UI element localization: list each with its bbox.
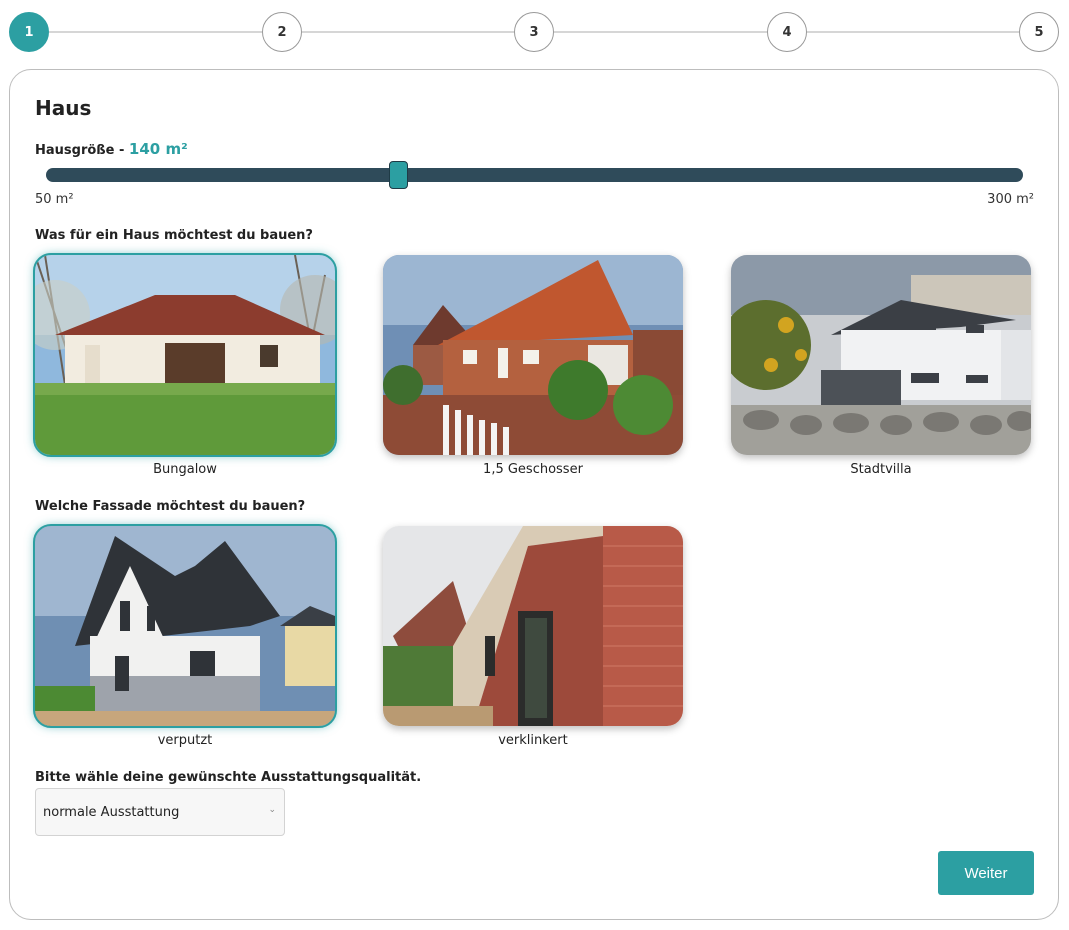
house-config-card: Haus Hausgröße - 140 m² 50 m² 300 m² Was…: [9, 69, 1059, 920]
house-type-label: 1,5 Geschosser: [483, 462, 583, 477]
house-type-question: Was für ein Haus möchtest du bauen?: [35, 228, 313, 243]
brick-facade-photo: [383, 526, 683, 726]
slider-max-label: 300 m²: [987, 192, 1034, 207]
facade-option-verputzt[interactable]: verputzt: [33, 524, 337, 748]
progress-stepper: 1 2 3 4 5: [9, 12, 1059, 52]
step-4[interactable]: 4: [767, 12, 807, 52]
house-type-option-1-5-geschosser[interactable]: 1,5 Geschosser: [383, 255, 683, 477]
next-button[interactable]: Weiter: [938, 851, 1034, 895]
plastered-house-photo: [33, 524, 337, 728]
city-villa-photo: [731, 255, 1031, 455]
step-2[interactable]: 2: [262, 12, 302, 52]
bungalow-photo: [33, 253, 337, 457]
quality-question: Bitte wähle deine gewünschte Ausstattung…: [35, 770, 422, 785]
facade-label: verputzt: [157, 733, 213, 748]
stepper-connector: [302, 31, 514, 33]
house-type-label: Bungalow: [153, 462, 217, 477]
step-1[interactable]: 1: [9, 12, 49, 52]
chevron-down-icon: ⌄: [268, 805, 276, 815]
facade-option-verklinkert[interactable]: verklinkert: [383, 526, 683, 748]
step-5[interactable]: 5: [1019, 12, 1059, 52]
facade-label: verklinkert: [498, 733, 568, 748]
stepper-connector: [49, 31, 262, 33]
house-size-label-text: Hausgröße -: [35, 143, 125, 158]
slider-min-label: 50 m²: [35, 192, 74, 207]
house-size-label: Hausgröße - 140 m²: [35, 140, 188, 158]
house-size-value: 140 m²: [128, 140, 188, 158]
quality-select-value: normale Ausstattung: [43, 804, 180, 820]
facade-question: Welche Fassade möchtest du bauen?: [35, 499, 306, 514]
stepper-connector: [554, 31, 767, 33]
house-type-option-bungalow[interactable]: Bungalow: [33, 253, 337, 477]
step-3[interactable]: 3: [514, 12, 554, 52]
card-title: Haus: [35, 96, 92, 120]
house-type-label: Stadtvilla: [850, 462, 912, 477]
house-size-slider[interactable]: [46, 161, 1023, 189]
house-size-slider-handle[interactable]: [388, 161, 408, 189]
stepper-connector: [807, 31, 1019, 33]
brick-house-photo: [383, 255, 683, 455]
quality-select[interactable]: normale Ausstattung ⌄: [35, 788, 285, 836]
house-type-option-stadtvilla[interactable]: Stadtvilla: [731, 255, 1031, 477]
